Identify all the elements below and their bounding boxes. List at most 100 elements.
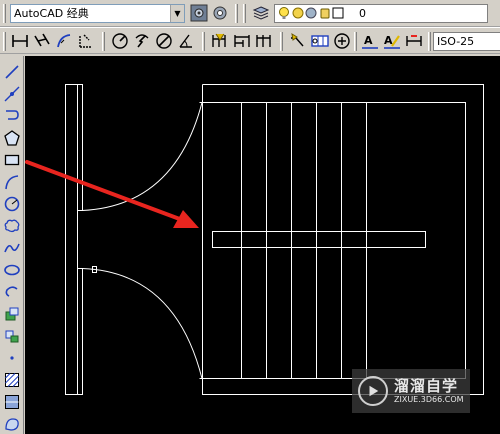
gradient-icon <box>5 395 19 409</box>
point-icon <box>10 356 14 360</box>
quick-dim-button[interactable] <box>210 31 230 51</box>
polyline-icon <box>6 110 19 120</box>
arc-icon <box>5 175 19 190</box>
rectangle-button[interactable] <box>2 150 22 170</box>
radius-dim-icon <box>112 33 128 49</box>
continue-dim-icon <box>256 35 271 47</box>
toolbar-separator <box>354 32 357 51</box>
layer-dropdown[interactable]: 0 <box>274 4 488 23</box>
arc-length-dim-button[interactable] <box>54 31 74 51</box>
diameter-dim-icon <box>156 33 172 49</box>
door-swing-arc-bottom <box>82 268 203 379</box>
ordinate-dim-icon <box>79 34 92 48</box>
ordinate-dim-button[interactable] <box>76 31 96 51</box>
hatch-button[interactable] <box>2 370 22 390</box>
ellipse-button[interactable] <box>2 260 22 280</box>
new-rectangle-handrail <box>212 231 426 248</box>
workspace-save-button[interactable] <box>210 3 230 23</box>
quick-dim-icon <box>212 33 226 47</box>
arc-length-dim-icon <box>57 34 71 48</box>
rectangle-icon <box>4 154 20 166</box>
circle-icon <box>4 196 20 212</box>
svg-text:A: A <box>364 34 373 47</box>
quick-leader-icon <box>291 33 304 47</box>
continue-dim-button[interactable] <box>254 31 274 51</box>
wall-outer <box>65 84 78 395</box>
ellipse-arc-icon <box>5 286 18 297</box>
annotation-arrow <box>25 160 199 228</box>
workspace-label: AutoCAD 经典 <box>14 7 89 20</box>
tolerance-icon <box>311 35 329 47</box>
baseline-dim-button[interactable] <box>232 31 252 51</box>
polygon-button[interactable] <box>2 128 22 148</box>
revision-cloud-button[interactable] <box>2 216 22 236</box>
dim-update-button[interactable] <box>404 31 424 51</box>
construction-line-button[interactable] <box>2 84 22 104</box>
polygon-icon <box>4 130 20 146</box>
region-button[interactable] <box>2 414 22 434</box>
dim-edit-button[interactable]: A <box>360 31 380 51</box>
insert-block-button[interactable] <box>2 304 22 324</box>
baseline-dim-icon <box>234 35 250 47</box>
ellipse-arc-button[interactable] <box>2 282 22 302</box>
region-icon <box>5 418 19 431</box>
aligned-dim-button[interactable] <box>32 31 52 51</box>
dim-text-edit-icon: A <box>384 34 400 49</box>
toolbar-grip[interactable] <box>3 32 6 51</box>
stair-treads <box>241 102 367 379</box>
arc-button[interactable] <box>2 172 22 192</box>
chevron-down-icon[interactable]: ▼ <box>170 5 184 22</box>
radius-dim-button[interactable] <box>110 31 130 51</box>
play-logo-icon <box>358 376 388 406</box>
gear-icon <box>213 6 227 20</box>
ellipse-icon <box>4 264 20 276</box>
layer-state-icons <box>279 7 344 19</box>
point-button[interactable] <box>2 348 22 368</box>
dim-text-edit-button[interactable]: A <box>382 31 402 51</box>
dimension-toolbar: A A ISO-25 <box>0 27 500 54</box>
revision-cloud-icon <box>4 219 20 233</box>
line-button[interactable] <box>2 62 22 82</box>
wall-top-inner <box>77 84 83 211</box>
toolbar-grip[interactable] <box>3 4 6 23</box>
hatch-icon <box>5 373 19 387</box>
current-layer-name: 0 <box>359 7 366 20</box>
workspace-dropdown[interactable]: AutoCAD 经典 ▼ <box>10 4 185 23</box>
polyline-button[interactable] <box>2 106 22 126</box>
workspace-settings-button[interactable] <box>189 3 209 23</box>
layers-icon <box>252 6 270 20</box>
toolbar-separator <box>202 32 205 51</box>
diameter-dim-button[interactable] <box>154 31 174 51</box>
toolbar-grip[interactable] <box>243 4 246 23</box>
linear-dim-button[interactable] <box>10 31 30 51</box>
gradient-button[interactable] <box>2 392 22 412</box>
construction-line-icon <box>4 86 20 102</box>
watermark: 溜溜自学 ZIXUE.3D66.COM <box>352 369 470 413</box>
linear-dim-icon <box>12 35 28 47</box>
toolbar-grip[interactable] <box>428 32 431 51</box>
watermark-url: ZIXUE.3D66.COM <box>394 395 464 404</box>
toolbar-separator <box>102 32 105 51</box>
spline-icon <box>4 243 20 253</box>
toolbar-grip[interactable] <box>235 4 238 23</box>
dimstyle-label: ISO-25 <box>437 35 475 48</box>
layer-properties-button[interactable] <box>251 3 271 23</box>
center-mark-button[interactable] <box>332 31 352 51</box>
stair-outline-top-edge <box>199 84 203 103</box>
dim-edit-icon: A <box>362 34 378 49</box>
quick-leader-button[interactable] <box>288 31 308 51</box>
insert-block-icon <box>5 307 19 321</box>
door-swing-arc-top <box>82 102 203 211</box>
circle-button[interactable] <box>2 194 22 214</box>
jogged-dim-button[interactable] <box>132 31 152 51</box>
angular-dim-icon <box>179 34 192 48</box>
dimstyle-dropdown[interactable]: ISO-25 <box>433 32 500 51</box>
center-mark-icon <box>334 33 350 49</box>
aligned-dim-icon <box>34 33 50 47</box>
tolerance-button[interactable] <box>310 31 330 51</box>
toolbar-separator <box>280 32 283 51</box>
spline-button[interactable] <box>2 238 22 258</box>
make-block-button[interactable] <box>2 326 22 346</box>
angular-dim-button[interactable] <box>176 31 196 51</box>
workspace-settings-icon <box>190 4 208 22</box>
